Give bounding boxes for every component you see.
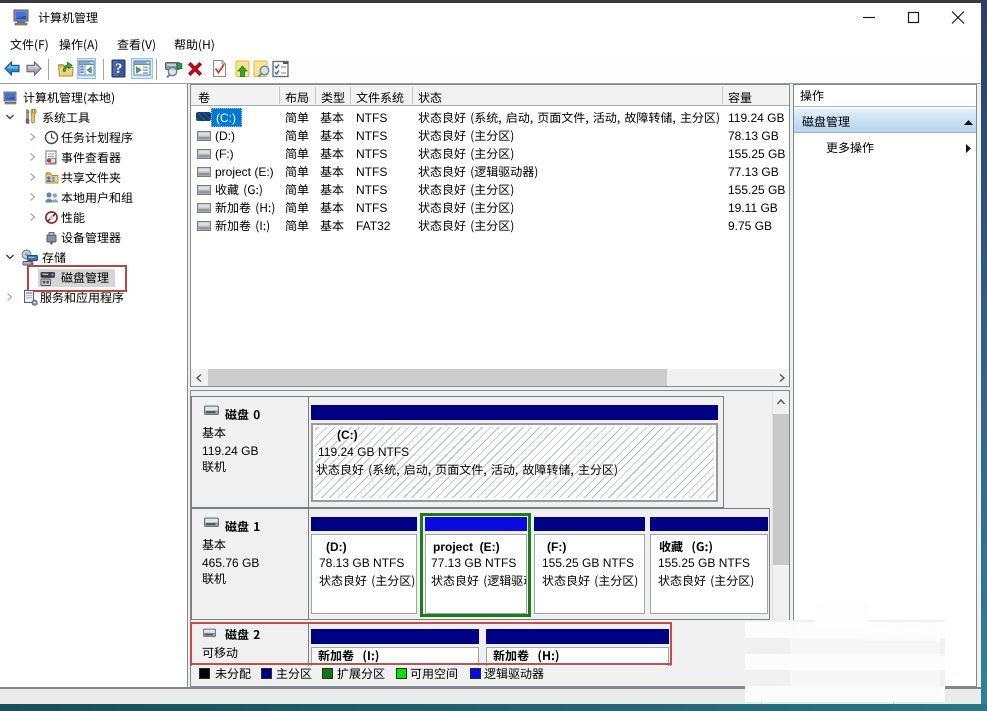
- svg-text:?: ?: [115, 61, 122, 77]
